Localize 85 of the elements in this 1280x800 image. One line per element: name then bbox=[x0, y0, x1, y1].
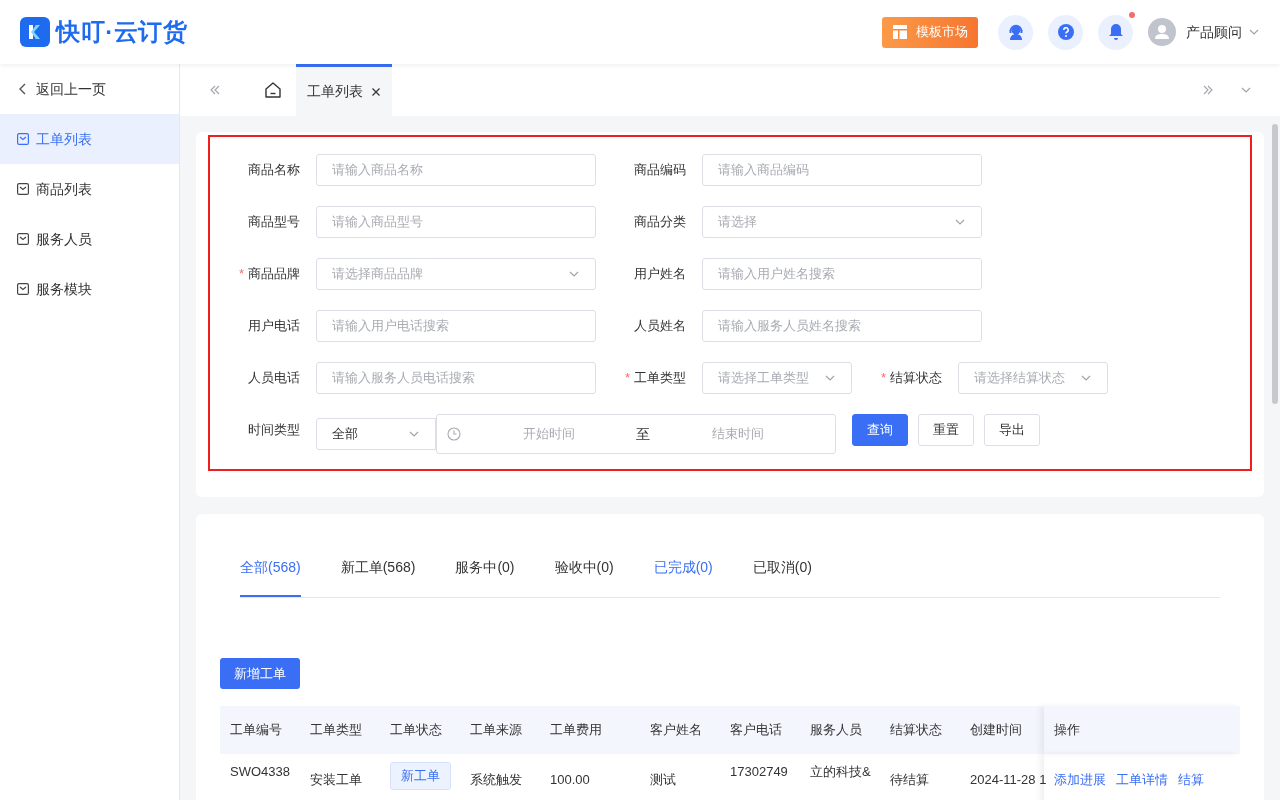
module-icon bbox=[17, 183, 29, 195]
module-icon bbox=[17, 233, 29, 245]
field-label: 商品分类 bbox=[633, 213, 686, 232]
select-field[interactable]: 请选择商品品牌 bbox=[316, 258, 596, 290]
page-tab[interactable]: 工单列表 bbox=[296, 64, 392, 116]
module-icon bbox=[17, 283, 29, 295]
column-header: 工单来源 bbox=[469, 721, 523, 740]
add-work-order-button[interactable]: 新增工单 bbox=[220, 658, 300, 689]
select-field[interactable]: 请选择结算状态 bbox=[958, 362, 1108, 394]
field-label: 商品名称 bbox=[247, 161, 300, 180]
help-icon bbox=[1055, 22, 1076, 42]
module-icon bbox=[17, 133, 29, 145]
column-header: 工单费用 bbox=[549, 721, 603, 740]
column-header: 操作 bbox=[1044, 706, 1240, 754]
column-header: 结算状态 bbox=[889, 721, 943, 740]
field-label: * 结算状态 bbox=[879, 368, 942, 388]
required-mark: * bbox=[880, 369, 886, 388]
action-button[interactable]: 重置 bbox=[918, 414, 974, 446]
select-field[interactable]: 请选择工单类型 bbox=[702, 362, 852, 394]
column-header: 创建时间 bbox=[969, 721, 1023, 740]
field-label: * 工单类型 bbox=[623, 368, 686, 388]
status-tab[interactable]: 服务中(0) bbox=[455, 554, 515, 597]
select-field[interactable]: 请选择 bbox=[702, 206, 982, 238]
row-action-link[interactable]: 添加进展 bbox=[1054, 770, 1106, 800]
input-field[interactable]: 请输入服务人员电话搜索 bbox=[316, 362, 596, 394]
field-label: 时间类型 bbox=[247, 421, 300, 439]
field-label: 用户电话 bbox=[247, 317, 300, 336]
input-field[interactable]: 请输入用户电话搜索 bbox=[316, 310, 596, 342]
bell-button[interactable] bbox=[1098, 14, 1133, 50]
input-field[interactable]: 请输入用户姓名搜索 bbox=[702, 258, 982, 290]
template-market-button[interactable]: 模板市场 bbox=[882, 16, 978, 48]
field-label: 商品型号 bbox=[247, 213, 300, 232]
sidebar-item[interactable]: 工单列表 bbox=[0, 114, 179, 164]
action-button[interactable]: 导出 bbox=[984, 414, 1040, 446]
field-label: 用户姓名 bbox=[633, 265, 686, 284]
search-button[interactable]: 查询 bbox=[852, 414, 908, 446]
column-header: 工单状态 bbox=[389, 721, 443, 740]
row-action-link[interactable]: 工单详情 bbox=[1116, 770, 1168, 800]
column-header: 客户姓名 bbox=[649, 721, 703, 740]
status-tab[interactable]: 已完成(0) bbox=[653, 554, 713, 597]
status-tab[interactable]: 新工单(568) bbox=[340, 554, 416, 597]
table-cell: 待结算 bbox=[890, 772, 929, 787]
field-label: 人员姓名 bbox=[633, 317, 686, 336]
required-mark: * bbox=[624, 369, 630, 388]
table-cell: 测试 bbox=[650, 772, 676, 787]
input-field[interactable]: 请输入商品型号 bbox=[316, 206, 596, 238]
layout-icon bbox=[892, 24, 908, 40]
field-label: 商品编码 bbox=[633, 161, 686, 180]
table-cell: 100.00 bbox=[550, 772, 590, 787]
help-button[interactable] bbox=[1048, 14, 1083, 50]
table-cell: 17302749 bbox=[730, 764, 788, 779]
status-tag: 新工单 bbox=[390, 762, 451, 790]
status-tab[interactable]: 全部(568) bbox=[240, 554, 301, 597]
close-icon[interactable] bbox=[371, 86, 381, 97]
logo-icon bbox=[20, 17, 50, 47]
brand-name: 快叮·云订货 bbox=[56, 17, 188, 47]
support-button[interactable] bbox=[998, 14, 1033, 50]
column-header: 服务人员 bbox=[809, 721, 863, 740]
required-mark: * bbox=[238, 265, 244, 284]
date-range-field[interactable]: 开始时间 至 结束时间 bbox=[436, 414, 836, 454]
input-field[interactable]: 请输入商品名称 bbox=[316, 154, 596, 186]
table-cell: SWO4338 bbox=[230, 764, 290, 779]
select-field[interactable]: 全部 bbox=[316, 418, 436, 450]
table-cell: 立的科技& bbox=[810, 764, 871, 779]
status-tab[interactable]: 已取消(0) bbox=[752, 554, 812, 597]
input-field[interactable]: 请输入商品编码 bbox=[702, 154, 982, 186]
scrollbar-thumb[interactable] bbox=[1272, 124, 1278, 404]
column-header: 工单编号 bbox=[229, 721, 283, 740]
field-label: * 商品品牌 bbox=[237, 264, 300, 284]
table-cell: 系统触发 bbox=[470, 772, 522, 787]
column-header: 客户电话 bbox=[729, 721, 783, 740]
clock-icon bbox=[447, 427, 461, 441]
field-label: 人员电话 bbox=[247, 369, 300, 388]
column-header: 工单类型 bbox=[309, 721, 363, 740]
sidebar-item[interactable]: 服务人员 bbox=[0, 214, 179, 264]
table-cell: 2024-11-28 1 bbox=[970, 772, 1047, 787]
input-field[interactable]: 请输入服务人员姓名搜索 bbox=[702, 310, 982, 342]
status-tab[interactable]: 验收中(0) bbox=[554, 554, 614, 597]
table-cell: 安装工单 bbox=[310, 772, 362, 787]
sidebar-item[interactable]: 服务模块 bbox=[0, 264, 179, 314]
user-menu[interactable]: 产品顾问 bbox=[1186, 21, 1260, 43]
back-link[interactable]: 返回上一页 bbox=[0, 64, 179, 114]
avatar-icon bbox=[1148, 18, 1176, 46]
row-action-link[interactable]: 结算 bbox=[1178, 770, 1204, 800]
sidebar-item[interactable]: 商品列表 bbox=[0, 164, 179, 214]
